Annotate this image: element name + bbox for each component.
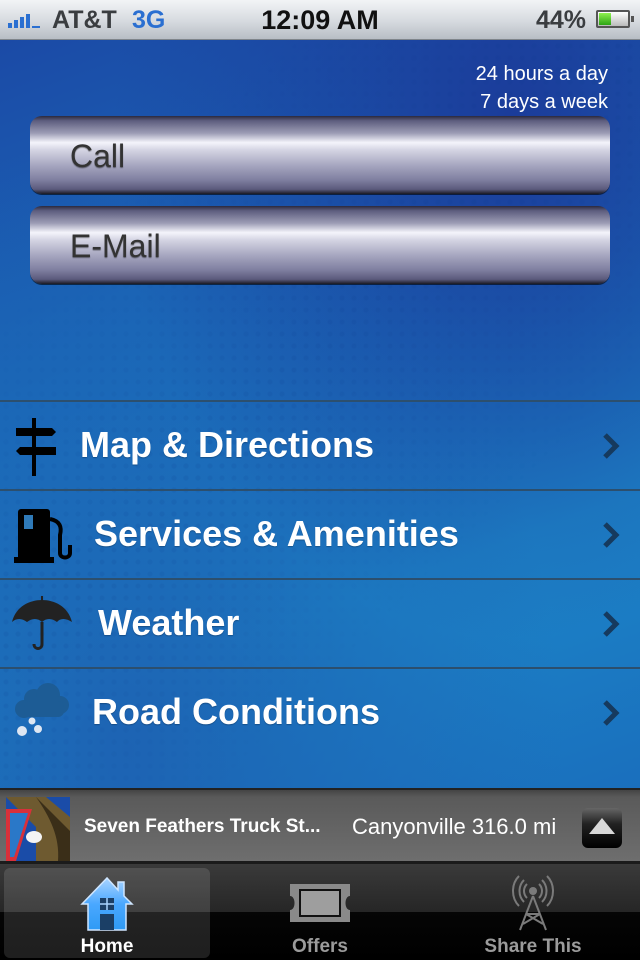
tab-label: Home — [80, 936, 134, 957]
chevron-right-icon — [603, 700, 620, 726]
expand-up-icon[interactable] — [582, 808, 622, 848]
hours-info: 24 hours a day 7 days a week — [476, 60, 608, 116]
call-button[interactable]: Call — [30, 116, 610, 194]
hours-line-1: 24 hours a day — [475, 63, 608, 85]
tab-label: Offers — [292, 936, 348, 957]
menu-item-map-directions[interactable]: Map & Directions — [0, 400, 640, 489]
email-button[interactable]: E-Mail — [30, 206, 610, 284]
location-logo-image — [6, 797, 70, 861]
tab-bar: Home Offers Share This — [0, 864, 640, 960]
menu-item-label: Weather — [98, 602, 240, 643]
home-icon — [80, 876, 134, 931]
tab-offers[interactable]: Offers — [217, 868, 423, 958]
tab-home[interactable]: Home — [4, 868, 210, 958]
umbrella-icon — [12, 596, 72, 650]
call-button-label: Call — [70, 138, 126, 174]
status-bar: AT&T 3G 12:09 AM 44% — [0, 0, 640, 40]
chevron-right-icon — [603, 433, 620, 459]
ticket-icon — [290, 884, 350, 922]
chevron-right-icon — [603, 611, 620, 637]
main-menu: Map & Directions Services & Amenities We… — [0, 400, 640, 756]
menu-item-road-conditions[interactable]: Road Conditions — [0, 667, 640, 756]
tab-label: Share This — [484, 936, 582, 957]
email-button-label: E-Mail — [70, 228, 161, 264]
menu-item-services-amenities[interactable]: Services & Amenities — [0, 489, 640, 578]
menu-item-weather[interactable]: Weather — [0, 578, 640, 667]
battery-icon — [596, 10, 634, 28]
chevron-right-icon — [603, 522, 620, 548]
home-screen: 24 hours a day 7 days a week Call E-Mail… — [0, 40, 640, 788]
signpost-icon — [16, 418, 56, 476]
tab-share-this[interactable]: Share This — [430, 868, 636, 958]
menu-item-label: Map & Directions — [80, 424, 375, 465]
snow-cloud-icon — [15, 683, 69, 736]
battery-percent: 44% — [535, 6, 586, 34]
location-bar[interactable]: Seven Feathers Truck St... Canyonville 3… — [0, 788, 640, 864]
location-distance: Canyonville 316.0 mi — [352, 814, 557, 839]
fuel-pump-icon — [14, 509, 72, 563]
location-name: Seven Feathers Truck St... — [84, 816, 321, 837]
broadcast-tower-icon — [512, 875, 554, 931]
menu-item-label: Road Conditions — [92, 691, 380, 732]
hours-line-2: 7 days a week — [480, 91, 608, 113]
menu-item-label: Services & Amenities — [94, 513, 459, 554]
